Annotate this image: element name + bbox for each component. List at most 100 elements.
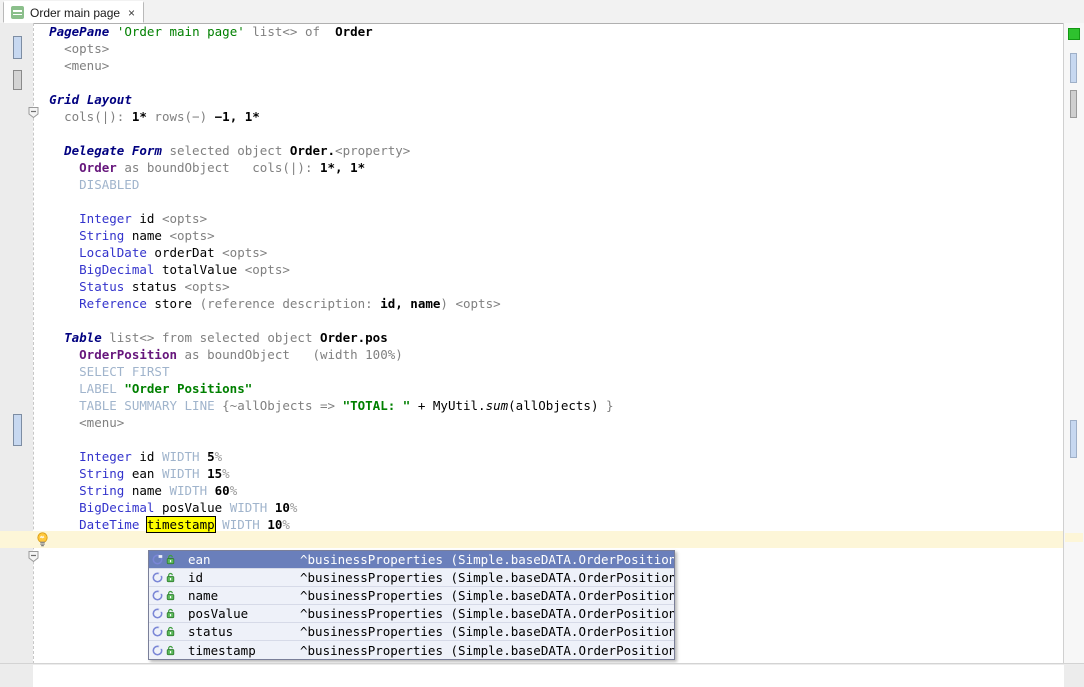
- code-token: 5: [207, 449, 215, 464]
- code-line: [34, 312, 614, 329]
- autocomplete-item[interactable]: name^businessProperties (Simple.baseDATA…: [149, 587, 674, 605]
- change-marker-blue[interactable]: [13, 414, 22, 446]
- code-line: <menu>: [34, 57, 614, 74]
- code-token: list<> of: [252, 24, 327, 39]
- code-token: 10: [275, 500, 290, 515]
- code-token: Order: [328, 24, 373, 39]
- class-circle-icon: [152, 554, 163, 565]
- autocomplete-item[interactable]: posValue^businessProperties (Simple.base…: [149, 605, 674, 623]
- code-line: Table list<> from selected object Order.…: [34, 329, 614, 346]
- code-line: LABEL "Order Positions": [34, 380, 614, 397]
- editor-gutter[interactable]: [0, 23, 33, 664]
- class-circle-icon: [152, 590, 163, 601]
- lock-green-icon: [165, 590, 176, 601]
- code-token: 1*, 1*: [320, 160, 365, 175]
- autocomplete-item-name: posValue: [186, 606, 300, 621]
- autocomplete-item[interactable]: id^businessProperties (Simple.baseDATA.O…: [149, 569, 674, 587]
- code-token: posValue: [154, 500, 229, 515]
- scroll-mark-caret-line: [1065, 533, 1083, 542]
- code-line: Status status <opts>: [34, 278, 614, 295]
- code-token: sum: [486, 398, 509, 413]
- code-line: LocalDate orderDat <opts>: [34, 244, 614, 261]
- code-token: cols(|):: [252, 160, 320, 175]
- code-line: DateTime timestamp WIDTH 10%: [34, 516, 614, 533]
- code-line: SELECT FIRST: [34, 363, 614, 380]
- inspection-ok-green[interactable]: [1068, 28, 1080, 40]
- code-token: (reference description:: [200, 296, 381, 311]
- autocomplete-popup[interactable]: ean^businessProperties (Simple.baseDATA.…: [148, 550, 675, 660]
- lock-green-icon: [165, 608, 176, 619]
- autocomplete-item-detail: ^businessProperties (Simple.baseDATA.Ord…: [300, 606, 675, 621]
- code-token: <opts>: [245, 262, 290, 277]
- code-line: cols(|): 1* rows(−) −1, 1*: [34, 108, 614, 125]
- scroll-mark-blue[interactable]: [1070, 420, 1077, 458]
- code-token: id: [132, 211, 162, 226]
- autocomplete-item-detail: ^businessProperties (Simple.baseDATA.Ord…: [300, 570, 675, 585]
- code-token: ): [440, 296, 455, 311]
- code-token: list<> from selected object: [102, 330, 320, 345]
- code-line: Order as boundObject cols(|): 1*, 1*: [34, 159, 614, 176]
- code-token: PagePane: [49, 24, 109, 39]
- code-token: LABEL: [79, 381, 124, 396]
- code-token: <opts>: [162, 211, 207, 226]
- code-token: selected object: [162, 143, 290, 158]
- code-line: [34, 74, 614, 91]
- autocomplete-item[interactable]: timestamp^businessProperties (Simple.bas…: [149, 641, 674, 659]
- code-line: [34, 193, 614, 210]
- editor-scrollbar-rail[interactable]: [1063, 23, 1084, 664]
- autocomplete-item-name: id: [186, 570, 300, 585]
- code-token: %: [282, 517, 290, 532]
- code-line: OrderPosition as boundObject (width 100%…: [34, 346, 614, 363]
- code-token: %: [215, 449, 223, 464]
- change-marker-blue[interactable]: [13, 36, 22, 59]
- fold-collapse-icon[interactable]: [28, 551, 39, 562]
- code-token: 60: [215, 483, 230, 498]
- tab-order-main-page[interactable]: Order main page ×: [3, 1, 144, 23]
- autocomplete-item-icons: [152, 554, 186, 565]
- code-token: Grid Layout: [49, 92, 132, 107]
- lightbulb-icon[interactable]: [35, 532, 50, 547]
- code-line: Grid Layout: [34, 91, 614, 108]
- code-token: Delegate Form: [64, 143, 162, 158]
- code-token: <opts>: [455, 296, 500, 311]
- code-token: Integer: [79, 449, 132, 464]
- code-line: [34, 431, 614, 448]
- code-token: 'Order main page': [117, 24, 245, 39]
- autocomplete-item[interactable]: status^businessProperties (Simple.baseDA…: [149, 623, 674, 641]
- code-token: id: [132, 449, 162, 464]
- close-icon[interactable]: ×: [126, 7, 135, 19]
- page-file-icon: [11, 6, 24, 19]
- code-token: {~allObjects =>: [222, 398, 342, 413]
- code-token: "TOTAL: ": [343, 398, 411, 413]
- class-circle-icon: [152, 572, 163, 583]
- autocomplete-item-name: name: [186, 588, 300, 603]
- code-token: WIDTH: [162, 449, 207, 464]
- code-token: <opts>: [185, 279, 230, 294]
- code-token: OrderPosition: [79, 347, 177, 362]
- autocomplete-item-name: ean: [186, 552, 300, 567]
- scroll-mark-gray[interactable]: [1070, 90, 1077, 118]
- code-token: <property>: [335, 143, 410, 158]
- code-token: + MyUtil.: [410, 398, 485, 413]
- autocomplete-item-icons: [152, 645, 186, 656]
- code-token: <opts>: [169, 228, 214, 243]
- autocomplete-item[interactable]: ean^businessProperties (Simple.baseDATA.…: [149, 551, 674, 569]
- code-token: Status: [79, 279, 124, 294]
- change-marker-gray[interactable]: [13, 70, 22, 90]
- code-editor-content[interactable]: PagePane 'Order main page' list<> of Ord…: [34, 23, 614, 533]
- code-token: WIDTH: [222, 517, 267, 532]
- code-line: BigDecimal posValue WIDTH 10%: [34, 499, 614, 516]
- code-token: totalValue: [154, 262, 244, 277]
- autocomplete-item-detail: ^businessProperties (Simple.baseDATA.Ord…: [300, 552, 675, 567]
- code-token: <menu>: [79, 415, 124, 430]
- code-token: 10: [267, 517, 282, 532]
- scroll-mark-blue[interactable]: [1070, 53, 1077, 83]
- code-token: <opts>: [64, 41, 109, 56]
- code-line: String ean WIDTH 15%: [34, 465, 614, 482]
- code-token: SELECT FIRST: [79, 364, 169, 379]
- autocomplete-item-icons: [152, 572, 186, 583]
- code-line: BigDecimal totalValue <opts>: [34, 261, 614, 278]
- caret-line-highlight: [0, 531, 1084, 548]
- editor-tab-bar: Order main page ×: [0, 0, 1084, 24]
- code-token: Order.: [290, 143, 335, 158]
